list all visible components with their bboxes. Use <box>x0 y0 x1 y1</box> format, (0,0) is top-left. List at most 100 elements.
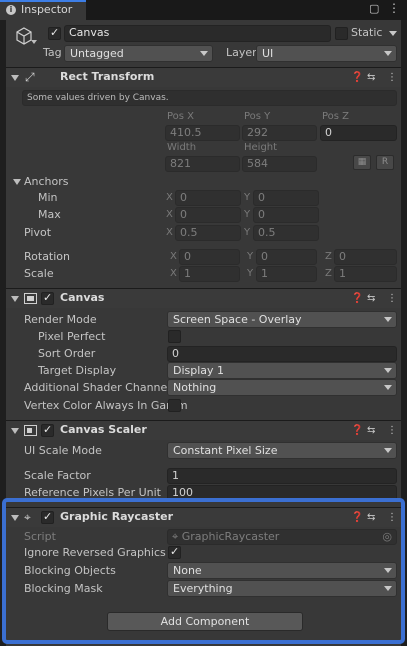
anchors-foldout-icon[interactable] <box>13 179 21 185</box>
help-icon[interactable]: ❓ <box>351 293 363 305</box>
sort-order-label: Sort Order <box>38 347 96 360</box>
vertex-color-checkbox[interactable] <box>168 399 181 412</box>
anchor-min-x-field: 0 <box>175 190 241 206</box>
x-label: X <box>166 209 173 220</box>
rect-transform-title: Rect Transform <box>60 70 155 83</box>
y-label: Y <box>244 192 251 203</box>
component-menu-icon[interactable]: ⋮ <box>387 293 397 305</box>
scale-y-field: 1 <box>256 266 317 282</box>
rect-transform-header[interactable]: ⤢ Rect Transform ❓ ⇆ ⋮ <box>6 67 401 87</box>
foldout-arrow-icon[interactable] <box>11 428 19 434</box>
pos-y-field: 292 <box>242 125 317 141</box>
tab-title: Inspector <box>21 3 73 16</box>
width-field: 821 <box>165 156 240 172</box>
active-checkbox[interactable]: ✓ <box>48 26 61 40</box>
x-label: X <box>166 227 173 238</box>
layer-dropdown[interactable]: UI <box>256 45 397 62</box>
min-label: Min <box>38 191 58 204</box>
layer-label: Layer <box>226 46 257 59</box>
anchors-label[interactable]: Anchors <box>24 175 69 189</box>
blueprint-mode-button[interactable]: ▦ <box>353 155 371 170</box>
vertex-color-label: Vertex Color Always In Gamm <box>24 399 188 412</box>
pivot-y-field: 0.5 <box>253 225 319 241</box>
lock-icon[interactable]: ▢ <box>369 2 379 15</box>
width-label: Width <box>167 142 197 153</box>
canvas-component-icon <box>24 293 37 304</box>
pos-x-field: 410.5 <box>165 125 240 141</box>
driven-notice: Some values driven by Canvas. <box>22 90 397 106</box>
info-icon: i <box>6 5 16 15</box>
pixel-perfect-checkbox[interactable] <box>168 330 181 343</box>
highlight-frame <box>2 498 405 644</box>
anchor-max-x-field: 0 <box>175 207 241 223</box>
scale-label: Scale <box>24 267 54 280</box>
pos-x-label: Pos X <box>167 111 195 122</box>
static-label: Static <box>351 26 383 39</box>
foldout-arrow-icon[interactable] <box>11 75 19 81</box>
sort-order-field[interactable]: 0 <box>167 346 397 362</box>
render-mode-dropdown[interactable]: Screen Space - Overlay <box>167 311 397 328</box>
canvas-scaler-header[interactable]: ✓ Canvas Scaler ❓ ⇆ ⋮ <box>6 420 401 440</box>
pivot-x-field: 0.5 <box>175 225 241 241</box>
target-display-dropdown[interactable]: Display 1 <box>167 362 397 379</box>
rotation-x-field: 0 <box>179 249 240 265</box>
tag-dropdown[interactable]: Untagged <box>64 45 213 62</box>
tag-value: Untagged <box>70 47 124 60</box>
presets-icon[interactable]: ⇆ <box>367 72 375 84</box>
component-menu-icon[interactable]: ⋮ <box>387 72 397 84</box>
x-label: X <box>170 251 177 262</box>
y-label: Y <box>244 227 251 238</box>
shader-channels-dropdown[interactable]: Nothing <box>167 379 397 396</box>
y-label: Y <box>244 209 251 220</box>
chevron-down-icon <box>384 368 392 373</box>
help-icon[interactable]: ❓ <box>351 72 363 84</box>
pos-y-label: Pos Y <box>244 111 271 122</box>
canvas-scaler-icon <box>24 425 37 436</box>
component-menu-icon[interactable]: ⋮ <box>387 425 397 437</box>
chevron-down-icon <box>384 385 392 390</box>
presets-icon[interactable]: ⇆ <box>367 293 375 305</box>
tab-inspector[interactable]: i Inspector <box>0 0 86 20</box>
foldout-arrow-icon[interactable] <box>11 296 19 302</box>
height-label: Height <box>244 142 278 153</box>
scale-z-field: 1 <box>334 266 397 282</box>
chevron-down-icon[interactable] <box>31 40 37 44</box>
raw-edit-button[interactable]: R <box>376 155 394 170</box>
static-dropdown-caret[interactable] <box>389 31 397 36</box>
ui-scale-mode-label: UI Scale Mode <box>24 444 102 457</box>
presets-icon[interactable]: ⇆ <box>367 425 375 437</box>
rotation-y-field: 0 <box>256 249 317 265</box>
render-mode-label: Render Mode <box>24 313 97 326</box>
scale-factor-field[interactable]: 1 <box>167 468 397 484</box>
pos-z-label: Pos Z <box>322 111 350 122</box>
y-label: Y <box>247 268 254 279</box>
rotation-z-field: 0 <box>334 249 397 265</box>
anchor-min-y-field: 0 <box>253 190 319 206</box>
shader-channels-label: Additional Shader Channels <box>24 381 177 394</box>
target-display-label: Target Display <box>38 364 117 377</box>
y-label: Y <box>247 251 254 262</box>
object-name-input[interactable]: Canvas <box>64 25 331 42</box>
static-checkbox[interactable] <box>335 27 348 40</box>
pivot-label: Pivot <box>24 226 52 239</box>
scale-x-field: 1 <box>179 266 240 282</box>
x-label: X <box>166 192 173 203</box>
chevron-down-icon <box>384 51 392 56</box>
z-label: Z <box>325 268 332 279</box>
anchor-max-y-field: 0 <box>253 207 319 223</box>
canvas-header[interactable]: ✓ Canvas ❓ ⇆ ⋮ <box>6 288 401 308</box>
pixel-perfect-label: Pixel Perfect <box>38 330 106 343</box>
chevron-down-icon <box>200 51 208 56</box>
tag-label: Tag <box>43 46 62 59</box>
rect-transform-icon: ⤢ <box>25 70 35 84</box>
help-icon[interactable]: ❓ <box>351 425 363 437</box>
pos-z-field[interactable]: 0 <box>320 125 397 141</box>
chevron-down-icon <box>384 317 392 322</box>
max-label: Max <box>38 208 61 221</box>
scale-factor-label: Scale Factor <box>24 469 91 482</box>
canvas-enabled-checkbox[interactable]: ✓ <box>41 291 54 305</box>
canvas-scaler-enabled-checkbox[interactable]: ✓ <box>41 423 54 437</box>
ui-scale-mode-dropdown[interactable]: Constant Pixel Size <box>167 442 397 459</box>
canvas-scaler-title: Canvas Scaler <box>60 423 147 436</box>
tab-menu-icon[interactable]: ⋮ <box>388 1 400 15</box>
